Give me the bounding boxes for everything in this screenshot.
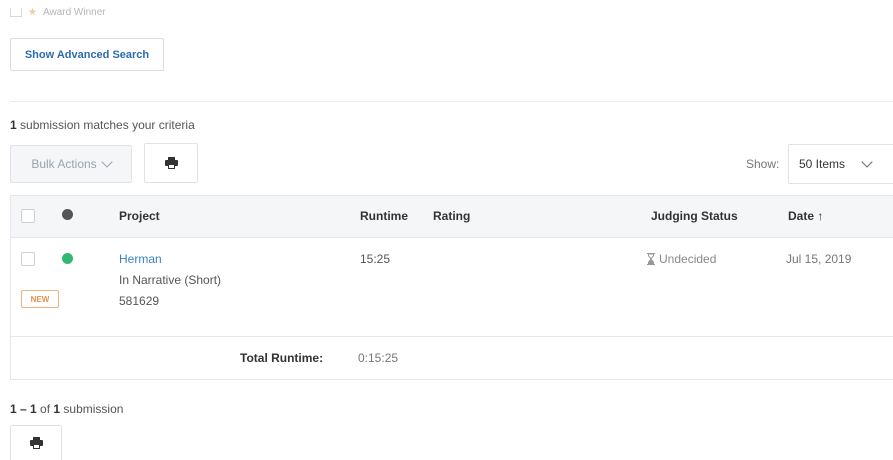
print-icon [164,157,178,169]
results-count: 1 [10,118,17,132]
total-runtime-value: 0:15:25 [358,351,399,365]
pagination-unit: submission [60,402,124,416]
show-label: Show: [746,157,780,171]
section-divider [10,101,893,102]
row-checkbox[interactable] [21,252,35,266]
show-advanced-search-button[interactable]: Show Advanced Search [10,38,164,71]
table-header: Project Runtime Rating Judging Status Da… [11,196,893,238]
award-winner-checkbox[interactable] [10,7,22,17]
print-button[interactable] [144,143,198,183]
project-id: 581629 [119,294,160,308]
row-runtime: 15:25 [360,252,391,266]
items-per-page-select[interactable]: 50 Items [788,144,893,184]
award-winner-filter[interactable]: ★ Award Winner [10,5,106,19]
col-project[interactable]: Project [119,209,160,223]
project-title-link[interactable]: Herman [119,252,162,266]
total-runtime-label: Total Runtime: [240,351,324,365]
results-summary-text: submission matches your criteria [16,118,195,132]
chevron-down-icon [101,156,113,168]
judging-status-text: Undecided [659,252,717,266]
bulk-actions-dropdown[interactable]: Bulk Actions [10,145,132,183]
status-dot-header-icon [62,209,73,220]
hourglass-icon [647,253,655,265]
results-summary: 1 submission matches your criteria [10,118,195,132]
table-footer: Total Runtime: 0:15:25 [11,337,893,379]
col-date[interactable]: Date ↑ [788,209,823,223]
chevron-down-icon [861,156,873,168]
pagination-range: 1 – 1 [10,402,37,416]
row-date: Jul 15, 2019 [786,252,852,266]
print-icon [29,437,43,449]
submissions-table: Project Runtime Rating Judging Status Da… [10,195,893,380]
bulk-actions-label: Bulk Actions [31,157,97,171]
items-per-page-value: 50 Items [799,157,846,171]
judging-status: Undecided [647,252,716,266]
project-category: In Narrative (Short) [119,273,222,287]
status-dot-icon [62,253,73,264]
pagination-summary: 1 – 1 of 1 submission [10,402,123,416]
pagination-of: of [36,402,54,416]
table-row: NEW Herman In Narrative (Short) 581629 1… [11,238,893,337]
award-star-icon: ★ [28,6,37,18]
select-all-checkbox[interactable] [21,209,35,223]
col-runtime[interactable]: Runtime [360,209,408,223]
award-winner-label: Award Winner [42,6,106,18]
print-button-bottom[interactable] [10,425,62,460]
new-badge: NEW [21,290,59,308]
col-rating[interactable]: Rating [433,209,470,223]
col-judging-status[interactable]: Judging Status [651,209,738,223]
